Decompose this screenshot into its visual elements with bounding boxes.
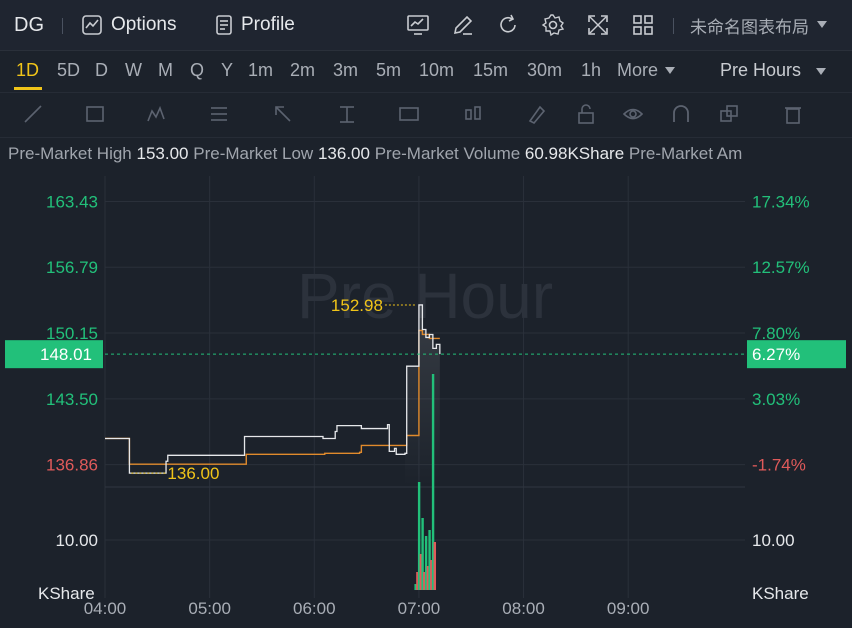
volume-bar bbox=[433, 542, 437, 590]
low-value: 136.00 bbox=[317, 144, 370, 163]
divider bbox=[673, 18, 674, 34]
premarket-stats: Pre-Market High 153.00 Pre-Market Low 13… bbox=[0, 144, 852, 170]
pattern-icon[interactable] bbox=[146, 103, 168, 125]
period-m[interactable]: M bbox=[158, 60, 173, 81]
period-q[interactable]: Q bbox=[190, 60, 204, 81]
high-label: Pre-Market High bbox=[8, 144, 132, 163]
time-axis-label: 08:00 bbox=[502, 599, 545, 618]
volume-value: 60.98KShare bbox=[524, 144, 625, 163]
low-label: Pre-Market Low bbox=[193, 144, 314, 163]
price-axis-label: 143.50 bbox=[46, 390, 98, 409]
session-dropdown[interactable]: Pre Hours bbox=[720, 60, 801, 81]
price-axis-label: 163.43 bbox=[46, 192, 98, 211]
volume-unit-left: KShare bbox=[38, 584, 95, 603]
text-tool-icon[interactable] bbox=[336, 103, 358, 125]
options-icon[interactable] bbox=[80, 13, 104, 37]
pct-axis-label: 12.57% bbox=[752, 258, 810, 277]
chevron-down-icon[interactable] bbox=[817, 21, 827, 29]
current-pct-tag: 6.27% bbox=[747, 340, 846, 369]
pct-axis-label: -1.74% bbox=[752, 456, 806, 475]
chevron-down-icon[interactable] bbox=[665, 67, 675, 75]
price-axis-label: 150.15 bbox=[46, 324, 98, 343]
period-30m[interactable]: 30m bbox=[527, 60, 562, 81]
profile-icon[interactable] bbox=[212, 13, 236, 37]
current-price-tag: 148.01 bbox=[5, 340, 103, 369]
pct-axis-label: 7.80% bbox=[752, 324, 800, 343]
active-period-indicator bbox=[14, 87, 42, 90]
period-d[interactable]: D bbox=[95, 60, 108, 81]
period-y[interactable]: Y bbox=[221, 60, 233, 81]
arrow-icon[interactable] bbox=[272, 103, 294, 125]
profile-button[interactable]: Profile bbox=[241, 0, 295, 50]
period-3m[interactable]: 3m bbox=[333, 60, 358, 81]
period-15m[interactable]: 15m bbox=[473, 60, 508, 81]
volume-axis-right: 10.00 bbox=[752, 531, 795, 550]
time-axis-label: 07:00 bbox=[398, 599, 441, 618]
fib-icon[interactable] bbox=[208, 103, 230, 125]
drawing-toolbar bbox=[0, 92, 852, 138]
pct-axis-label: 17.34% bbox=[752, 192, 810, 211]
period-2m[interactable]: 2m bbox=[290, 60, 315, 81]
layout-name-dropdown[interactable]: 未命名图表布局 bbox=[690, 0, 809, 50]
time-axis-label: 05:00 bbox=[188, 599, 231, 618]
price-chart[interactable]: Pre Hour 163.43156.79150.15143.50136.86 … bbox=[0, 172, 852, 628]
time-axis-label: 09:00 bbox=[607, 599, 650, 618]
period-1h[interactable]: 1h bbox=[581, 60, 601, 81]
brush-icon[interactable] bbox=[526, 103, 548, 125]
time-axis-label: 06:00 bbox=[293, 599, 336, 618]
rectangle-icon[interactable] bbox=[84, 103, 106, 125]
current-price-value: 148.01 bbox=[40, 345, 92, 364]
pct-axis-label: 3.03% bbox=[752, 390, 800, 409]
low-marker-label: 136.00 bbox=[167, 464, 219, 483]
candle-icon[interactable] bbox=[462, 103, 484, 125]
current-pct-value: 6.27% bbox=[752, 345, 800, 364]
eye-icon[interactable] bbox=[622, 103, 644, 125]
high-value: 153.00 bbox=[136, 144, 189, 163]
magnet-icon[interactable] bbox=[670, 103, 692, 125]
label-icon[interactable] bbox=[398, 103, 420, 125]
trash-icon[interactable] bbox=[782, 103, 804, 125]
chevron-down-icon[interactable] bbox=[816, 68, 826, 76]
period-5m[interactable]: 5m bbox=[376, 60, 401, 81]
trendline-icon[interactable] bbox=[22, 103, 44, 125]
period-5d[interactable]: 5D bbox=[57, 60, 80, 81]
period-1d[interactable]: 1D bbox=[16, 60, 39, 81]
price-axis-label: 156.79 bbox=[46, 258, 98, 277]
price-axis-label: 136.86 bbox=[46, 456, 98, 475]
high-marker-label: 152.98 bbox=[331, 296, 383, 315]
period-10m[interactable]: 10m bbox=[419, 60, 454, 81]
copy-icon[interactable] bbox=[718, 103, 740, 125]
period-w[interactable]: W bbox=[125, 60, 142, 81]
fullscreen-icon[interactable] bbox=[586, 13, 610, 37]
volume-axis-left: 10.00 bbox=[55, 531, 98, 550]
indicator-icon[interactable] bbox=[406, 13, 430, 37]
symbol-label[interactable]: DG bbox=[14, 0, 44, 50]
lock-icon[interactable] bbox=[575, 103, 597, 125]
options-button[interactable]: Options bbox=[111, 0, 176, 50]
edit-icon[interactable] bbox=[451, 13, 475, 37]
period-bar: 1D 5D D W M Q Y 1m 2m 3m 5m 10m 15m 30m … bbox=[0, 51, 852, 91]
amount-label: Pre-Market Am bbox=[628, 144, 743, 163]
period-1m[interactable]: 1m bbox=[248, 60, 273, 81]
volume-label: Pre-Market Volume bbox=[374, 144, 521, 163]
more-button[interactable]: More bbox=[617, 60, 658, 81]
layout-grid-icon[interactable] bbox=[631, 13, 655, 37]
settings-icon[interactable] bbox=[541, 13, 565, 37]
divider bbox=[62, 18, 63, 34]
refresh-icon[interactable] bbox=[496, 13, 520, 37]
top-bar: DG Options Profile 未命名图表布局 bbox=[0, 0, 852, 51]
volume-unit-right: KShare bbox=[752, 584, 809, 603]
